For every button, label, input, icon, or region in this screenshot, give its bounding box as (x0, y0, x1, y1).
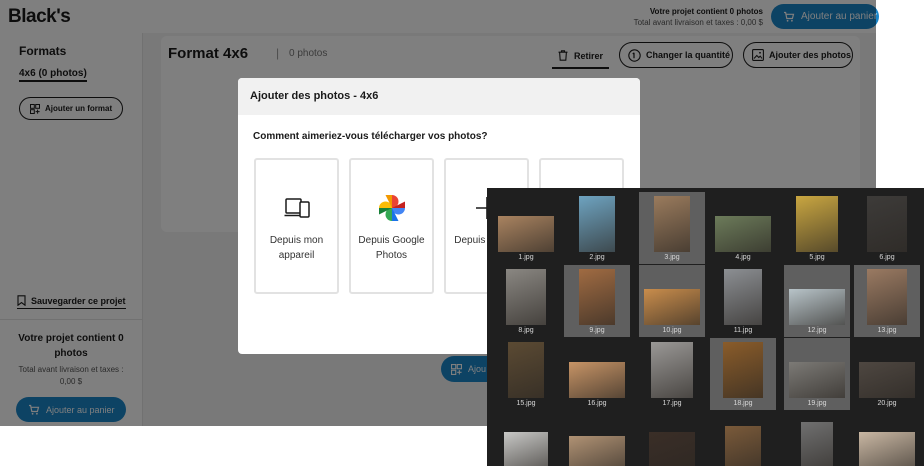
upload-question: Comment aimeriez-vous télécharger vos ph… (253, 131, 488, 142)
file-item[interactable]: 17.jpg (639, 338, 705, 410)
file-item[interactable] (784, 412, 850, 466)
file-thumbnail (569, 362, 625, 398)
modal-header: Ajouter des photos - 4x6 (238, 78, 640, 115)
file-item[interactable] (710, 412, 776, 466)
file-name: 20.jpg (877, 400, 897, 407)
file-item[interactable]: 9.jpg (564, 265, 630, 337)
file-name: 11.jpg (733, 327, 753, 334)
file-name: 10.jpg (662, 327, 682, 334)
file-thumbnail (508, 342, 544, 398)
file-name: 15.jpg (516, 400, 536, 407)
file-thumbnail (867, 269, 907, 325)
file-thumbnail (723, 342, 763, 398)
file-name: 6.jpg (879, 254, 895, 261)
google-photos-icon (378, 195, 405, 221)
file-thumbnail (796, 196, 838, 252)
file-item[interactable]: 20.jpg (854, 338, 920, 410)
file-thumbnail (715, 216, 771, 252)
file-name: 3.jpg (664, 254, 680, 261)
file-thumbnail (725, 426, 761, 466)
file-item[interactable]: 16.jpg (564, 338, 630, 410)
file-thumbnail (569, 436, 625, 466)
modal-title: Ajouter des photos - 4x6 (250, 90, 379, 102)
file-item[interactable]: 13.jpg (854, 265, 920, 337)
option-google-photos[interactable]: Depuis Google Photos (349, 158, 434, 294)
file-name: 1.jpg (518, 254, 534, 261)
file-name: 19.jpg (807, 400, 827, 407)
file-thumbnail (506, 269, 546, 325)
option-device[interactable]: Depuis mon appareil (254, 158, 339, 294)
file-item[interactable]: 10.jpg (639, 265, 705, 337)
file-name: 18.jpg (733, 400, 753, 407)
file-thumbnail (789, 362, 845, 398)
file-item[interactable]: 1.jpg (493, 192, 559, 264)
file-thumbnail (859, 362, 915, 398)
file-thumbnail (644, 289, 700, 325)
file-item[interactable]: 12.jpg (784, 265, 850, 337)
file-thumbnail (498, 216, 554, 252)
file-name: 9.jpg (589, 327, 605, 334)
file-thumbnail (654, 196, 690, 252)
file-item[interactable]: 5.jpg (784, 192, 850, 264)
option-device-label: Depuis mon appareil (269, 235, 324, 261)
file-item[interactable]: 15.jpg (493, 338, 559, 410)
file-name: 8.jpg (518, 327, 534, 334)
file-thumbnail (801, 422, 833, 466)
file-name: 16.jpg (587, 400, 607, 407)
file-item[interactable]: 3.jpg (639, 192, 705, 264)
file-name: 4.jpg (735, 254, 751, 261)
file-thumbnail (859, 432, 915, 466)
option-google-photos-label: Depuis Google Photos (358, 235, 425, 261)
file-name: 12.jpg (807, 327, 827, 334)
file-item[interactable]: 18.jpg (710, 338, 776, 410)
file-name: 5.jpg (809, 254, 825, 261)
file-item[interactable] (639, 412, 705, 466)
file-name: 13.jpg (877, 327, 897, 334)
file-thumbnail (579, 269, 615, 325)
file-thumbnail (649, 432, 695, 466)
file-item[interactable]: 8.jpg (493, 265, 559, 337)
file-browser-grid: 1.jpg 2.jpg 3.jpg 4.jpg 5.jpg 6.jpg 8.jpg 9.jpg… (487, 188, 924, 466)
file-thumbnail (651, 342, 693, 398)
file-thumbnail (504, 432, 548, 466)
file-name: 17.jpg (662, 400, 682, 407)
file-item[interactable]: 11.jpg (710, 265, 776, 337)
file-thumbnail (579, 196, 615, 252)
file-item[interactable] (854, 412, 920, 466)
devices-icon (284, 198, 310, 218)
file-item[interactable]: 4.jpg (710, 192, 776, 264)
file-item[interactable] (564, 412, 630, 466)
file-item[interactable]: 19.jpg (784, 338, 850, 410)
file-name: 2.jpg (589, 254, 605, 261)
file-thumbnail (789, 289, 845, 325)
app-root: Black's Votre projet contient 0 photos T… (0, 0, 924, 466)
file-thumbnail (867, 196, 907, 252)
file-item[interactable]: 6.jpg (854, 192, 920, 264)
file-thumbnail (724, 269, 762, 325)
file-item[interactable]: 2.jpg (564, 192, 630, 264)
file-item[interactable] (493, 412, 559, 466)
